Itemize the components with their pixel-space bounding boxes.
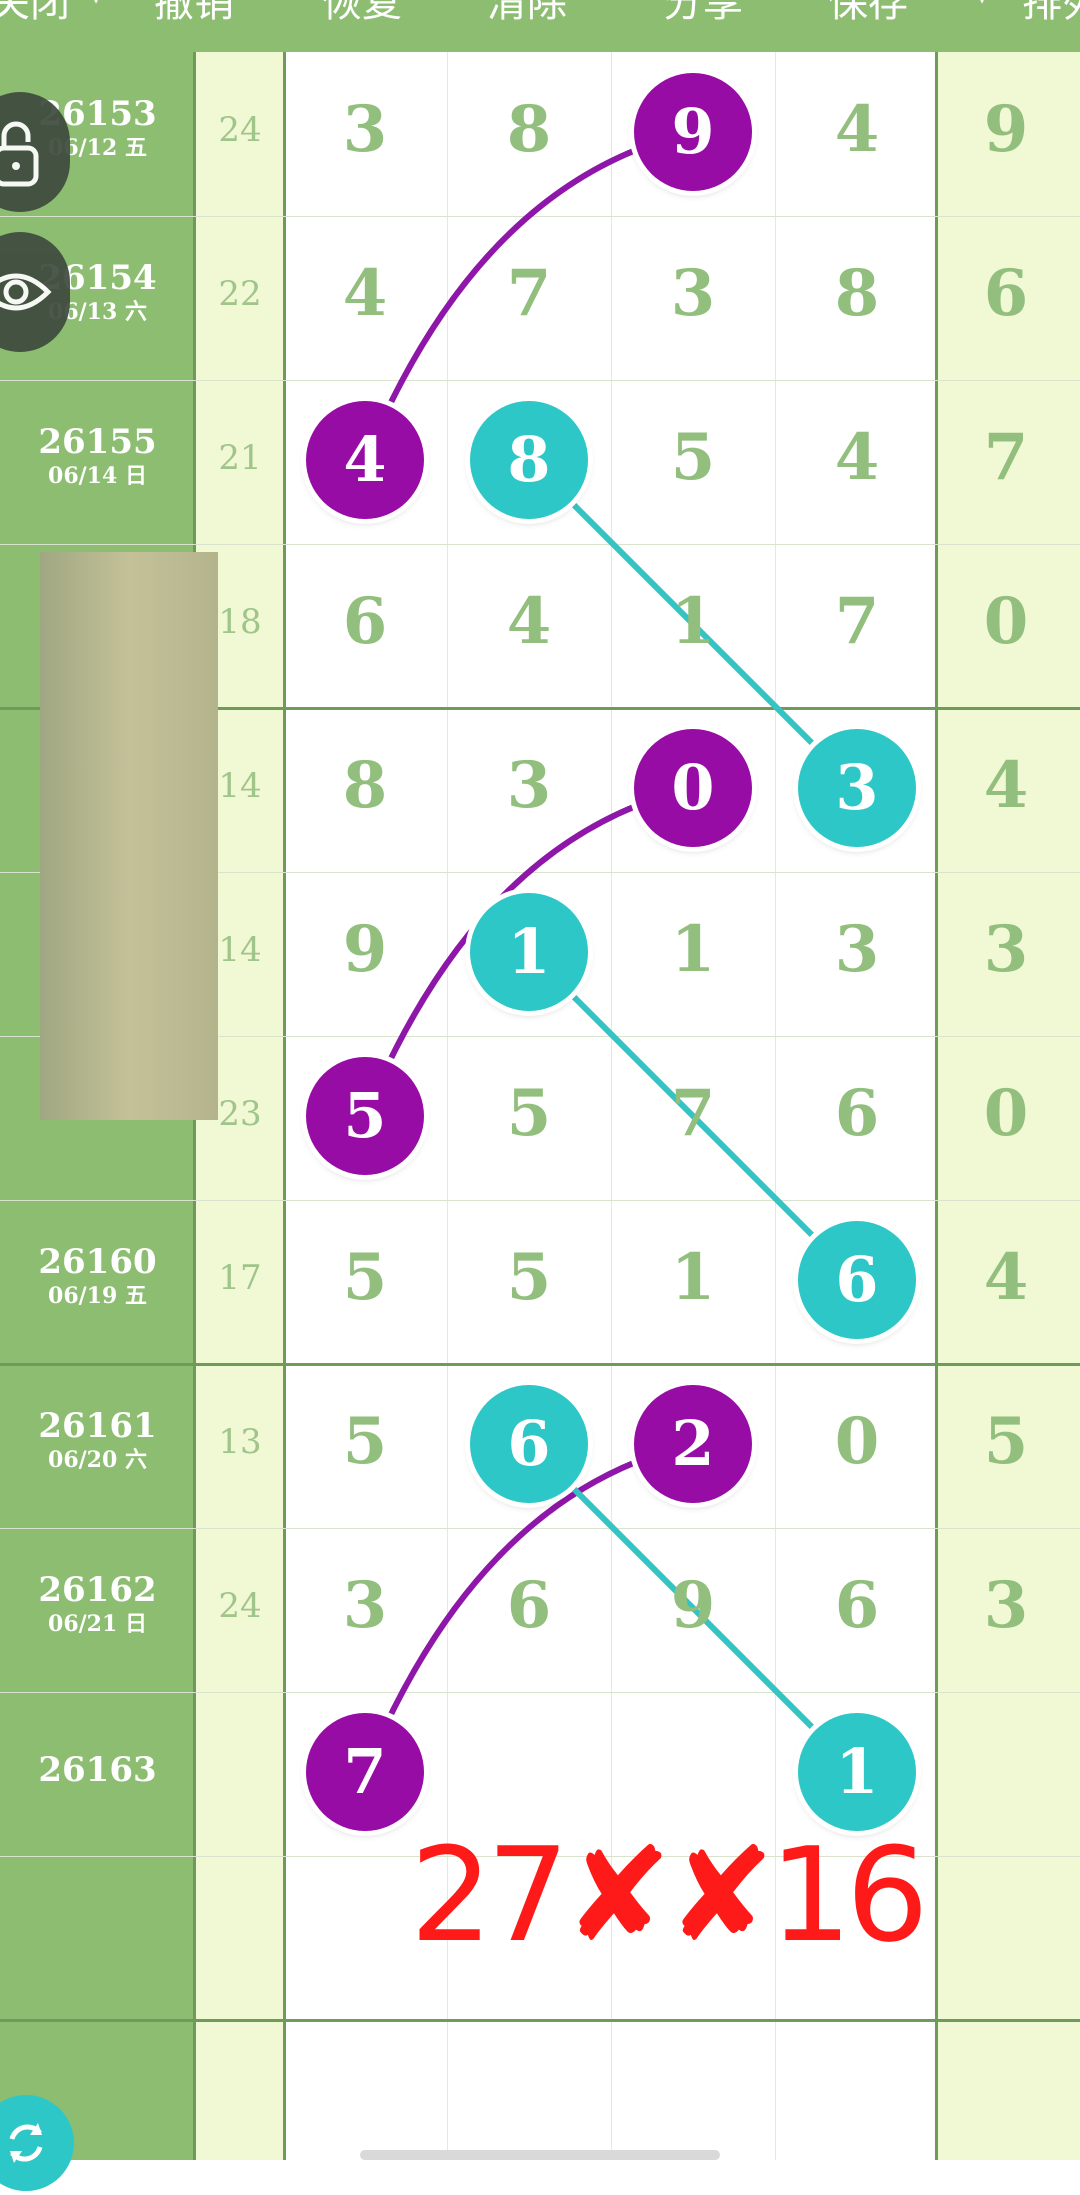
issue-label: 26162 06/21 日 [0,1570,195,1638]
digit-cell[interactable]: 5 [447,1076,611,1151]
digit-cell[interactable]: 3 [283,1568,447,1643]
issue-number: 26162 [38,1570,157,1610]
right-digit: 6 [983,256,1029,331]
digit-cell[interactable]: 4 [775,420,939,495]
cross-mark-icon: ✘ [563,1819,672,1971]
issue-label: 26163 [0,1750,195,1790]
issue-label: 26161 06/20 六 [0,1406,195,1474]
digit-cell[interactable]: 6 [775,1568,939,1643]
purple-ball[interactable]: 2 [634,1385,752,1503]
eye-button[interactable] [0,232,70,352]
blurred-region [40,552,218,1120]
cross-mark-icon: ✘ [666,1819,775,1971]
issue-date: 06/21 日 [48,1611,147,1637]
issue-number: 26163 [38,1750,157,1790]
purple-ball[interactable]: 0 [634,729,752,847]
sum-value: 22 [218,274,262,314]
annotation-left: 27 [410,1819,569,1971]
refresh-button[interactable] [0,2095,74,2191]
right-digit: 4 [983,748,1029,823]
right-digit: 0 [983,1076,1029,1151]
digit-cell[interactable]: 5 [611,420,775,495]
digit-cell[interactable]: 8 [447,92,611,167]
purple-ball[interactable]: 7 [306,1713,424,1831]
digit-cell[interactable]: 6 [775,1076,939,1151]
lock-button[interactable] [0,92,70,212]
issue-number: 26155 [38,422,157,462]
cyan-ball[interactable]: 6 [798,1221,916,1339]
digit-cell[interactable]: 1 [611,584,775,659]
right-digit: 0 [983,584,1029,659]
eye-icon [0,273,52,311]
digit-cell[interactable]: 1 [611,912,775,987]
digit-cell[interactable]: 8 [283,748,447,823]
purple-ball[interactable]: 4 [306,401,424,519]
digit-cell[interactable]: 7 [447,256,611,331]
right-digit: 9 [983,92,1029,167]
digit-cell[interactable]: 3 [283,92,447,167]
issue-label: 26160 06/19 五 [0,1242,195,1310]
cyan-ball[interactable]: 1 [470,893,588,1011]
right-digit: 3 [983,1568,1029,1643]
issue-date: 06/20 六 [48,1447,147,1473]
digit-cell[interactable]: 9 [611,1568,775,1643]
digit-cell[interactable]: 6 [447,1568,611,1643]
digit-cell[interactable]: 4 [283,256,447,331]
annotation-right: 16 [769,1819,928,1971]
right-digit: 7 [983,420,1029,495]
right-digit: 5 [983,1404,1029,1479]
handwritten-annotation: 27✘✘16 [410,1819,929,1971]
purple-ball[interactable]: 9 [634,73,752,191]
digit-cell[interactable]: 3 [611,256,775,331]
cyan-ball[interactable]: 8 [470,401,588,519]
refresh-icon [9,2123,43,2163]
sum-value: 17 [218,1258,262,1298]
digit-cell[interactable]: 6 [283,584,447,659]
right-digit: 3 [983,912,1029,987]
cyan-ball[interactable]: 6 [470,1385,588,1503]
lock-icon [0,121,39,187]
digit-cell[interactable]: 4 [447,584,611,659]
sum-value: 13 [218,1422,262,1462]
issue-label: 26155 06/14 日 [0,422,195,490]
sum-value: 24 [218,110,262,150]
digit-cell[interactable]: 7 [611,1076,775,1151]
sum-value: 21 [218,438,262,478]
issue-date: 06/14 日 [48,463,147,489]
digit-cell[interactable]: 3 [775,912,939,987]
right-digit: 4 [983,1240,1029,1315]
digit-cell[interactable]: 1 [611,1240,775,1315]
digit-cell[interactable]: 0 [775,1404,939,1479]
digit-cell[interactable]: 9 [283,912,447,987]
issue-number: 26161 [38,1406,157,1446]
digit-cell[interactable]: 8 [775,256,939,331]
digit-cell[interactable]: 4 [775,92,939,167]
cyan-ball[interactable]: 1 [798,1713,916,1831]
purple-ball[interactable]: 5 [306,1057,424,1175]
home-indicator[interactable] [360,2150,720,2160]
issue-number: 26160 [38,1242,157,1282]
digit-cell[interactable]: 7 [775,584,939,659]
digit-cell[interactable]: 5 [283,1404,447,1479]
sum-value: 24 [218,1586,262,1626]
cyan-ball[interactable]: 3 [798,729,916,847]
issue-date: 06/19 五 [48,1283,147,1309]
digit-cell[interactable]: 3 [447,748,611,823]
digit-cell[interactable]: 5 [283,1240,447,1315]
digit-cell[interactable]: 5 [447,1240,611,1315]
